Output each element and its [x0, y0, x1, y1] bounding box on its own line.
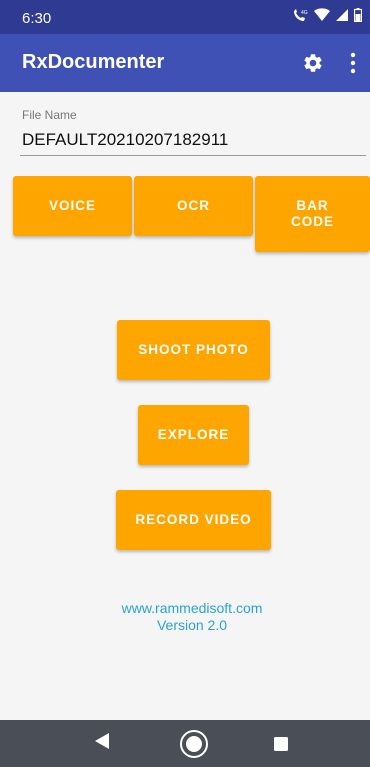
gear-icon[interactable]	[302, 52, 324, 74]
shoot-photo-button[interactable]: SHOOT PHOTO	[117, 320, 270, 380]
voice-button[interactable]: VOICE	[13, 176, 132, 236]
app-title: RxDocumenter	[22, 51, 165, 73]
svg-text:4G: 4G	[301, 10, 308, 16]
record-video-button[interactable]: RECORD VIDEO	[116, 490, 271, 550]
file-name-label: File Name	[22, 108, 77, 122]
status-time: 6:30	[22, 10, 52, 27]
home-icon[interactable]	[179, 729, 209, 759]
status-icons: 4G	[292, 8, 362, 22]
signal-icon	[336, 9, 348, 21]
back-icon[interactable]	[94, 732, 110, 750]
recents-icon[interactable]	[273, 736, 289, 752]
barcode-button[interactable]: BAR CODE	[255, 176, 370, 252]
ocr-button[interactable]: OCR	[134, 176, 253, 236]
website-link[interactable]: www.rammedisoft.com	[0, 600, 370, 616]
wifi-icon	[314, 8, 330, 21]
file-name-input[interactable]	[20, 124, 366, 156]
navigation-bar	[0, 720, 370, 767]
version-text: Version 2.0	[156, 617, 228, 633]
status-bar: 6:30 4G	[0, 0, 370, 34]
app-bar: RxDocumenter	[0, 34, 370, 92]
overflow-menu-icon[interactable]	[350, 52, 356, 74]
battery-icon	[354, 8, 362, 22]
call-4g-icon: 4G	[294, 9, 308, 21]
explore-button[interactable]: EXPLORE	[138, 405, 249, 465]
